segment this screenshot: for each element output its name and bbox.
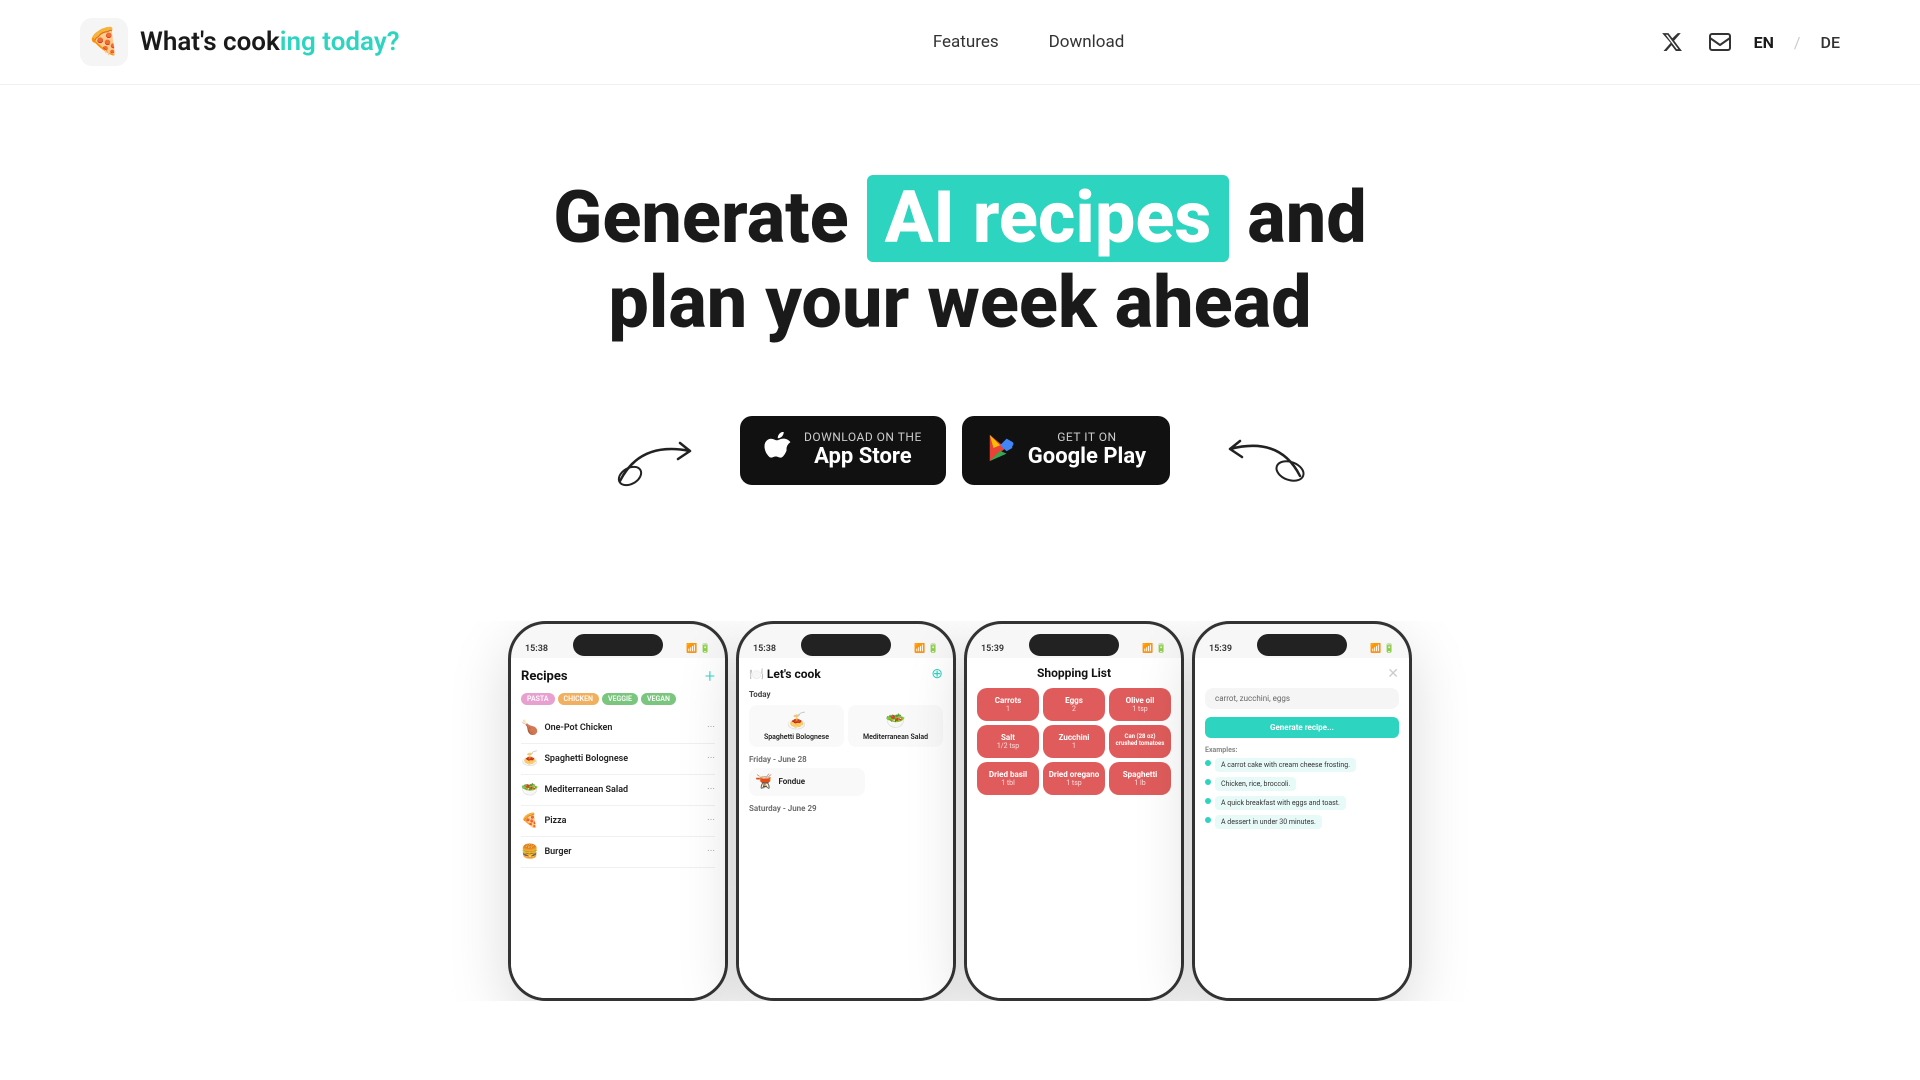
example-4: A dessert in under 30 minutes.: [1205, 815, 1399, 829]
lang-de[interactable]: DE: [1821, 33, 1840, 52]
logo-text: What's cooking today?: [140, 27, 400, 57]
store-buttons: Download on the App Store GET IT ON Go: [740, 416, 1170, 484]
nav-right: EN / DE: [1658, 28, 1840, 56]
shop-item-salt: Salt 1/2 tsp: [977, 725, 1039, 758]
shop-item-eggs: Eggs 2: [1043, 688, 1105, 721]
nav-download[interactable]: Download: [1049, 32, 1125, 52]
logo[interactable]: 🍕 What's cooking today?: [80, 18, 400, 66]
phone2-content: 🍽️ Let's cook ⊕ Today 🍝 Spaghetti Bologn…: [739, 658, 953, 998]
twitter-icon[interactable]: [1658, 28, 1686, 56]
apple-icon: [764, 432, 792, 470]
appstore-text: Download on the App Store: [804, 430, 922, 470]
phone3-content: Shopping List Carrots 1 Eggs 2 Olive oil…: [967, 658, 1181, 998]
phone4-content: ✕ carrot, zucchini, eggs Generate recipe…: [1195, 658, 1409, 998]
example-2: Chicken, rice, broccoli.: [1205, 777, 1399, 791]
meal-single-1: 🫕 Fondue: [749, 768, 865, 796]
navbar: 🍕 What's cooking today? Features Downloa…: [0, 0, 1920, 85]
phone-notch-2: [801, 634, 891, 656]
right-arrow-deco: [1180, 421, 1310, 501]
phone-aigenerate: 15:39 📶 🔋 ✕ carrot, zucchini, eggs Gener…: [1192, 621, 1412, 1001]
phone-recipes: 15:38 📶 🔋 Recipes + PASTA CHICKEN VEGGIE…: [508, 621, 728, 1001]
hero-highlight: AI recipes: [867, 175, 1230, 262]
recipe-item-1: 🍗 One-Pot Chicken ···: [521, 713, 715, 744]
left-arrow-deco: [610, 421, 730, 501]
shop-item-zucchini: Zucchini 1: [1043, 725, 1105, 758]
appstore-button[interactable]: Download on the App Store: [740, 416, 946, 484]
googleplay-text: GET IT ON Google Play: [1028, 430, 1146, 470]
phone-notch-1: [573, 634, 663, 656]
recipe-item-5: 🍔 Burger ···: [521, 837, 715, 868]
phone-notch-3: [1029, 634, 1119, 656]
phone-letscook: 15:38 📶 🔋 🍽️ Let's cook ⊕ Today 🍝 Spaghe…: [736, 621, 956, 1001]
googleplay-button[interactable]: GET IT ON Google Play: [962, 416, 1170, 484]
phone-shopping: 15:39 📶 🔋 Shopping List Carrots 1 Eggs 2…: [964, 621, 1184, 1001]
mail-icon[interactable]: [1706, 28, 1734, 56]
logo-icon: 🍕: [80, 18, 128, 66]
recipe-item-3: 🥗 Mediterranean Salad ···: [521, 775, 715, 806]
ai-generate-btn: Generate recipe...: [1205, 717, 1399, 738]
nav-features[interactable]: Features: [933, 32, 999, 52]
phone1-content: Recipes + PASTA CHICKEN VEGGIE VEGAN 🍗 O…: [511, 658, 725, 998]
shop-item-oregano: Dried oregano 1 tsp: [1043, 762, 1105, 795]
shop-item-tomatoes: Can (28 oz) crushed tomatoes: [1109, 725, 1171, 758]
shop-item-carrots: Carrots 1: [977, 688, 1039, 721]
recipe-item-2: 🍝 Spaghetti Bolognese ···: [521, 744, 715, 775]
recipe-item-4: 🍕 Pizza ···: [521, 806, 715, 837]
ai-input-display: carrot, zucchini, eggs: [1205, 688, 1399, 709]
phones-section: 15:38 📶 🔋 Recipes + PASTA CHICKEN VEGGIE…: [0, 621, 1920, 1001]
meal-card-1: 🍝 Spaghetti Bolognese: [749, 705, 844, 747]
shop-item-basil: Dried basil 1 tbl: [977, 762, 1039, 795]
shop-item-spaghetti: Spaghetti 1 lb: [1109, 762, 1171, 795]
cta-section: Download on the App Store GET IT ON Go: [40, 401, 1880, 501]
phone-notch-4: [1257, 634, 1347, 656]
examples-label: Examples:: [1205, 746, 1399, 754]
hero-line2: plan your week ahead: [40, 262, 1880, 345]
example-3: A quick breakfast with eggs and toast.: [1205, 796, 1399, 810]
lang-en[interactable]: EN: [1754, 33, 1774, 52]
nav-links: Features Download: [933, 32, 1125, 52]
googleplay-icon: [986, 433, 1016, 469]
hero-title: Generate AI recipes and plan your week a…: [40, 175, 1880, 345]
hero-section: Generate AI recipes and plan your week a…: [0, 85, 1920, 561]
shop-item-olive-oil: Olive oil 1 tsp: [1109, 688, 1171, 721]
shopping-grid: Carrots 1 Eggs 2 Olive oil 1 tsp Salt 1/…: [977, 688, 1171, 795]
meal-card-2: 🥗 Mediterranean Salad: [848, 705, 943, 747]
example-1: A carrot cake with cream cheese frosting…: [1205, 758, 1399, 772]
